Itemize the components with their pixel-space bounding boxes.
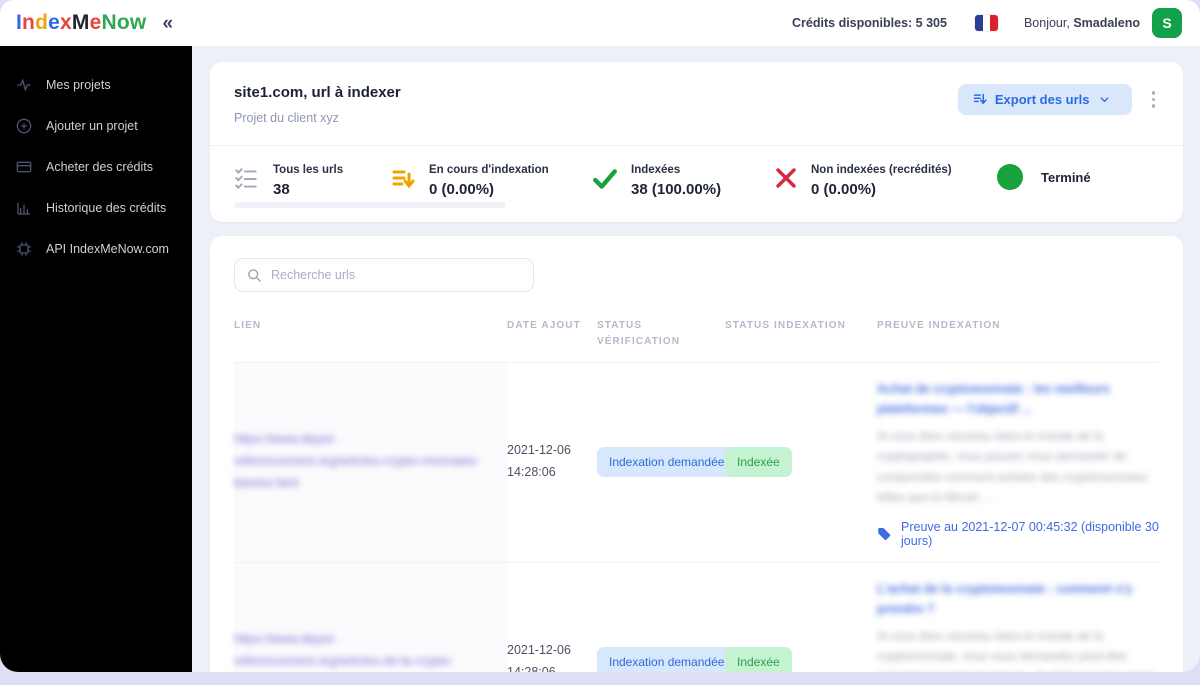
- stat-non-indexees: Non indexées (recrédités) 0 (0.00%): [774, 164, 997, 198]
- sidebar-item-acheter-credits[interactable]: Acheter des crédits: [0, 150, 192, 184]
- status-indexation-badge: Indexée: [725, 447, 792, 478]
- french-flag-icon[interactable]: [974, 15, 998, 31]
- greeting-text: Bonjour,: [1023, 16, 1070, 30]
- status-done-circle-icon: [997, 164, 1023, 190]
- tag-icon: [878, 528, 891, 541]
- chip-icon: [17, 242, 31, 256]
- main-content: site1.com, url à indexer Projet du clien…: [192, 46, 1200, 672]
- sidebar-item-label: Ajouter un projet: [46, 119, 138, 133]
- sidebar-item-ajouter-projet[interactable]: Ajouter un projet: [0, 109, 192, 143]
- sidebar: Mes projets Ajouter un projet Acheter de…: [0, 46, 192, 672]
- table-row: https://www.depot-referencement.org/arti…: [234, 363, 1159, 563]
- stat-label: Non indexées (recrédités): [811, 164, 952, 176]
- stat-value: 0 (0.00%): [429, 181, 495, 198]
- column-header-status-indexation: Status indexation: [725, 320, 846, 331]
- proof-link-label: Preuve au 2021-12-07 00:45:32 (disponibl…: [901, 519, 1159, 548]
- logo[interactable]: IndexMeNow: [16, 11, 146, 35]
- urls-table-card: Lien Date ajout Status vérification Stat…: [210, 236, 1183, 672]
- top-header: IndexMeNow « Crédits disponibles: 5 305 …: [0, 0, 1200, 46]
- stat-value: 38: [273, 181, 290, 198]
- check-icon: [593, 169, 617, 189]
- proof-body-redacted: Si vous êtes nouveau dans le monde de la…: [877, 628, 1155, 672]
- credit-card-icon: [16, 161, 32, 173]
- activity-icon: [17, 78, 31, 92]
- cross-icon: [776, 168, 796, 188]
- total-urls-progress-bar: [234, 202, 506, 208]
- sidebar-item-label: API IndexMeNow.com: [46, 242, 169, 256]
- project-summary-card: site1.com, url à indexer Projet du clien…: [210, 62, 1183, 222]
- sidebar-item-api[interactable]: API IndexMeNow.com: [0, 232, 192, 266]
- sidebar-item-label: Mes projets: [46, 78, 111, 92]
- stat-total-urls: Tous les urls 38: [234, 164, 392, 198]
- stats-row: Tous les urls 38 En cours d'indexation 0…: [234, 146, 1159, 208]
- column-header-date-ajout: Date ajout: [507, 320, 581, 331]
- column-header-preuve-indexation: Preuve indexation: [877, 320, 1001, 331]
- column-header-lien: Lien: [234, 320, 262, 331]
- table-row: https://www.depot-referencement.org/arti…: [234, 562, 1159, 672]
- sidebar-item-mes-projets[interactable]: Mes projets: [0, 68, 192, 102]
- app-window: IndexMeNow « Crédits disponibles: 5 305 …: [0, 0, 1200, 672]
- proof-title-redacted: L'achat de la cryptomonnaie : comment s'…: [877, 581, 1133, 616]
- user-greeting: Bonjour, Smadaleno: [1024, 16, 1140, 30]
- export-urls-button[interactable]: Export des urls: [957, 84, 1132, 115]
- date-added: 2021-12-06 14:28:06: [507, 642, 571, 672]
- status-verification-badge: Indexation demandée: [597, 646, 737, 672]
- chevron-down-icon: [1100, 97, 1108, 103]
- stat-label: Terminé: [1041, 169, 1091, 185]
- search-box: [234, 258, 534, 292]
- proof-link[interactable]: Preuve au 2021-12-07 00:45:32 (disponibl…: [877, 520, 1159, 548]
- stat-indexees: Indexées 38 (100.00%): [592, 164, 774, 198]
- project-subtitle: Projet du client xyz: [234, 111, 339, 125]
- url-link-redacted[interactable]: https://www.depot-referencement.org/arti…: [234, 629, 481, 672]
- column-header-status-verification: Status vérification: [597, 320, 681, 347]
- page-title: site1.com, url à indexer: [234, 84, 401, 101]
- status-indexation-badge: Indexée: [725, 646, 792, 672]
- plus-circle-icon: [16, 118, 32, 134]
- stat-label: Tous les urls: [273, 164, 344, 176]
- sidebar-item-historique-credits[interactable]: Historique des crédits: [0, 191, 192, 225]
- proof-title-redacted: Achat de cryptomonnaie : les meilleurs p…: [877, 382, 1110, 416]
- search-icon: [248, 268, 261, 282]
- proof-cell: L'achat de la cryptomonnaie : comment s'…: [877, 563, 1159, 672]
- sidebar-item-label: Acheter des crédits: [46, 160, 153, 174]
- more-options-kebab-menu[interactable]: [1148, 87, 1160, 111]
- stat-value: 38 (100.00%): [631, 181, 722, 198]
- pending-download-icon: [392, 170, 415, 189]
- status-verification-badge: Indexation demandée: [597, 447, 737, 478]
- export-button-label: Export des urls: [994, 92, 1090, 107]
- proof-cell: Achat de cryptomonnaie : les meilleurs p…: [877, 363, 1159, 562]
- export-icon: [973, 93, 987, 105]
- stat-en-cours: En cours d'indexation 0 (0.00%): [392, 164, 592, 198]
- bar-chart-icon: [17, 202, 30, 215]
- user-avatar[interactable]: S: [1152, 8, 1182, 38]
- proof-body-redacted: Si vous êtes nouveau dans le monde de la…: [877, 429, 1148, 505]
- table-header-row: Lien Date ajout Status vérification Stat…: [234, 318, 1159, 363]
- stat-termine: Terminé: [997, 164, 1091, 190]
- stat-label: Indexées: [631, 164, 681, 176]
- username: Smadaleno: [1073, 16, 1140, 30]
- sidebar-item-label: Historique des crédits: [46, 201, 167, 215]
- sidebar-collapse-icon[interactable]: «: [162, 14, 173, 33]
- stat-value: 0 (0.00%): [811, 181, 877, 198]
- credits-available: Crédits disponibles: 5 305: [792, 16, 947, 30]
- stat-label: En cours d'indexation: [429, 164, 549, 176]
- search-input[interactable]: [271, 268, 521, 282]
- checklist-icon: [235, 168, 257, 190]
- url-link-redacted[interactable]: https://www.depot-referencement.org/arti…: [234, 429, 481, 495]
- date-added: 2021-12-06 14:28:06: [507, 443, 571, 480]
